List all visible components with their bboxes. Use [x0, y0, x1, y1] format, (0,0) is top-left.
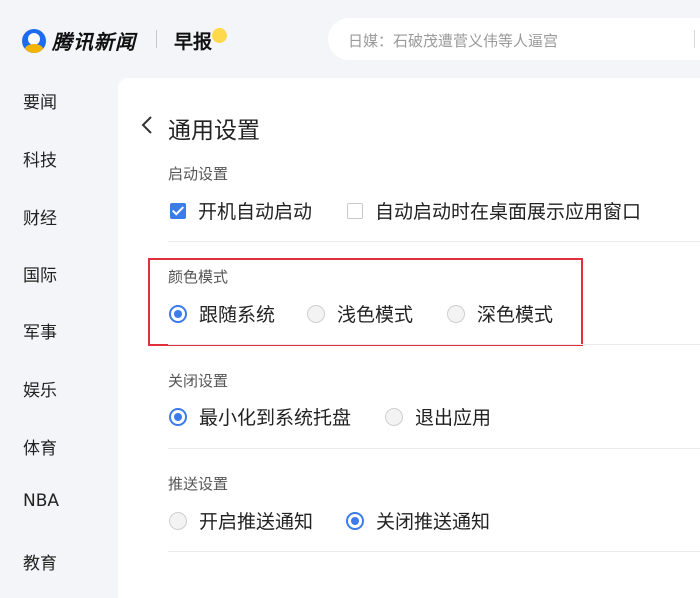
color-mode-dark-radio[interactable]: 深色模式	[447, 300, 553, 327]
show-window-label: 自动启动时在桌面展示应用窗口	[375, 201, 642, 223]
sidebar-item-jiaoyu[interactable]: 教育	[23, 549, 57, 574]
app-name: 腾讯新闻	[52, 30, 136, 54]
sidebar-item-keji[interactable]: 科技	[23, 146, 57, 171]
push-section-label: 推送设置	[168, 475, 229, 493]
checkbox-unchecked-icon	[347, 202, 363, 219]
sidebar-item-yaowen[interactable]: 要闻	[23, 88, 57, 113]
auto-start-label: 开机自动启动	[198, 201, 313, 223]
sidebar-item-caijing[interactable]: 财经	[23, 204, 57, 229]
sidebar-item-yule[interactable]: 娱乐	[23, 376, 57, 401]
section-divider	[168, 448, 700, 449]
tencent-news-logo-icon	[22, 28, 46, 53]
search-input[interactable]: 日媒：石破茂遭菅义伟等人逼宫	[348, 30, 558, 51]
disable-push-label: 关闭推送通知	[376, 511, 491, 533]
section-divider	[168, 241, 700, 242]
enable-push-label: 开启推送通知	[199, 511, 314, 533]
radio-unselected-icon	[307, 304, 325, 323]
sidebar-item-guoji[interactable]: 国际	[23, 261, 57, 286]
push-disable-radio[interactable]: 关闭推送通知	[346, 507, 490, 534]
close-minimize-tray-radio[interactable]: 最小化到系统托盘	[169, 403, 351, 430]
chevron-left-icon	[141, 116, 152, 134]
search-box[interactable]: 日媒：石破茂遭菅义伟等人逼宫	[328, 18, 700, 60]
color-mode-follow-system-radio[interactable]: 跟随系统	[169, 300, 275, 327]
radio-selected-icon	[346, 511, 364, 530]
minimize-tray-label: 最小化到系统托盘	[199, 407, 352, 429]
search-divider	[694, 30, 695, 48]
zaobao-button[interactable]: 早报	[174, 27, 212, 54]
radio-selected-icon	[169, 407, 187, 426]
checkbox-checked-icon	[170, 202, 186, 219]
radio-unselected-icon	[447, 304, 465, 323]
push-enable-radio[interactable]: 开启推送通知	[169, 507, 313, 534]
sun-icon	[212, 28, 227, 43]
radio-unselected-icon	[169, 511, 187, 530]
dark-mode-label: 深色模式	[477, 304, 554, 326]
light-mode-label: 浅色模式	[337, 304, 414, 326]
header-divider	[156, 30, 157, 48]
back-button[interactable]	[140, 113, 154, 137]
app-logo[interactable]: 腾讯新闻	[22, 26, 136, 55]
color-mode-light-radio[interactable]: 浅色模式	[307, 300, 413, 327]
top-bar: 腾讯新闻 早报 日媒：石破茂遭菅义伟等人逼宫	[0, 0, 700, 78]
radio-unselected-icon	[385, 407, 403, 426]
exit-app-label: 退出应用	[415, 407, 492, 429]
sidebar-item-tiyu[interactable]: 体育	[23, 434, 57, 459]
page-title: 通用设置	[168, 118, 260, 144]
channel-sidebar: 要闻 科技 财经 国际 军事 娱乐 体育 NBA 教育	[0, 78, 118, 574]
color-mode-section-label: 颜色模式	[168, 268, 229, 286]
close-exit-app-radio[interactable]: 退出应用	[385, 403, 491, 430]
follow-system-label: 跟随系统	[199, 304, 276, 326]
sidebar-item-junshi[interactable]: 军事	[23, 318, 57, 343]
radio-selected-icon	[169, 304, 187, 323]
section-divider	[168, 344, 700, 345]
section-divider	[168, 551, 700, 552]
sidebar-item-nba[interactable]: NBA	[23, 491, 59, 511]
auto-start-checkbox[interactable]: 开机自动启动	[170, 197, 312, 224]
close-section-label: 关闭设置	[168, 372, 229, 390]
startup-section-label: 启动设置	[168, 165, 229, 183]
show-window-checkbox[interactable]: 自动启动时在桌面展示应用窗口	[347, 197, 641, 224]
